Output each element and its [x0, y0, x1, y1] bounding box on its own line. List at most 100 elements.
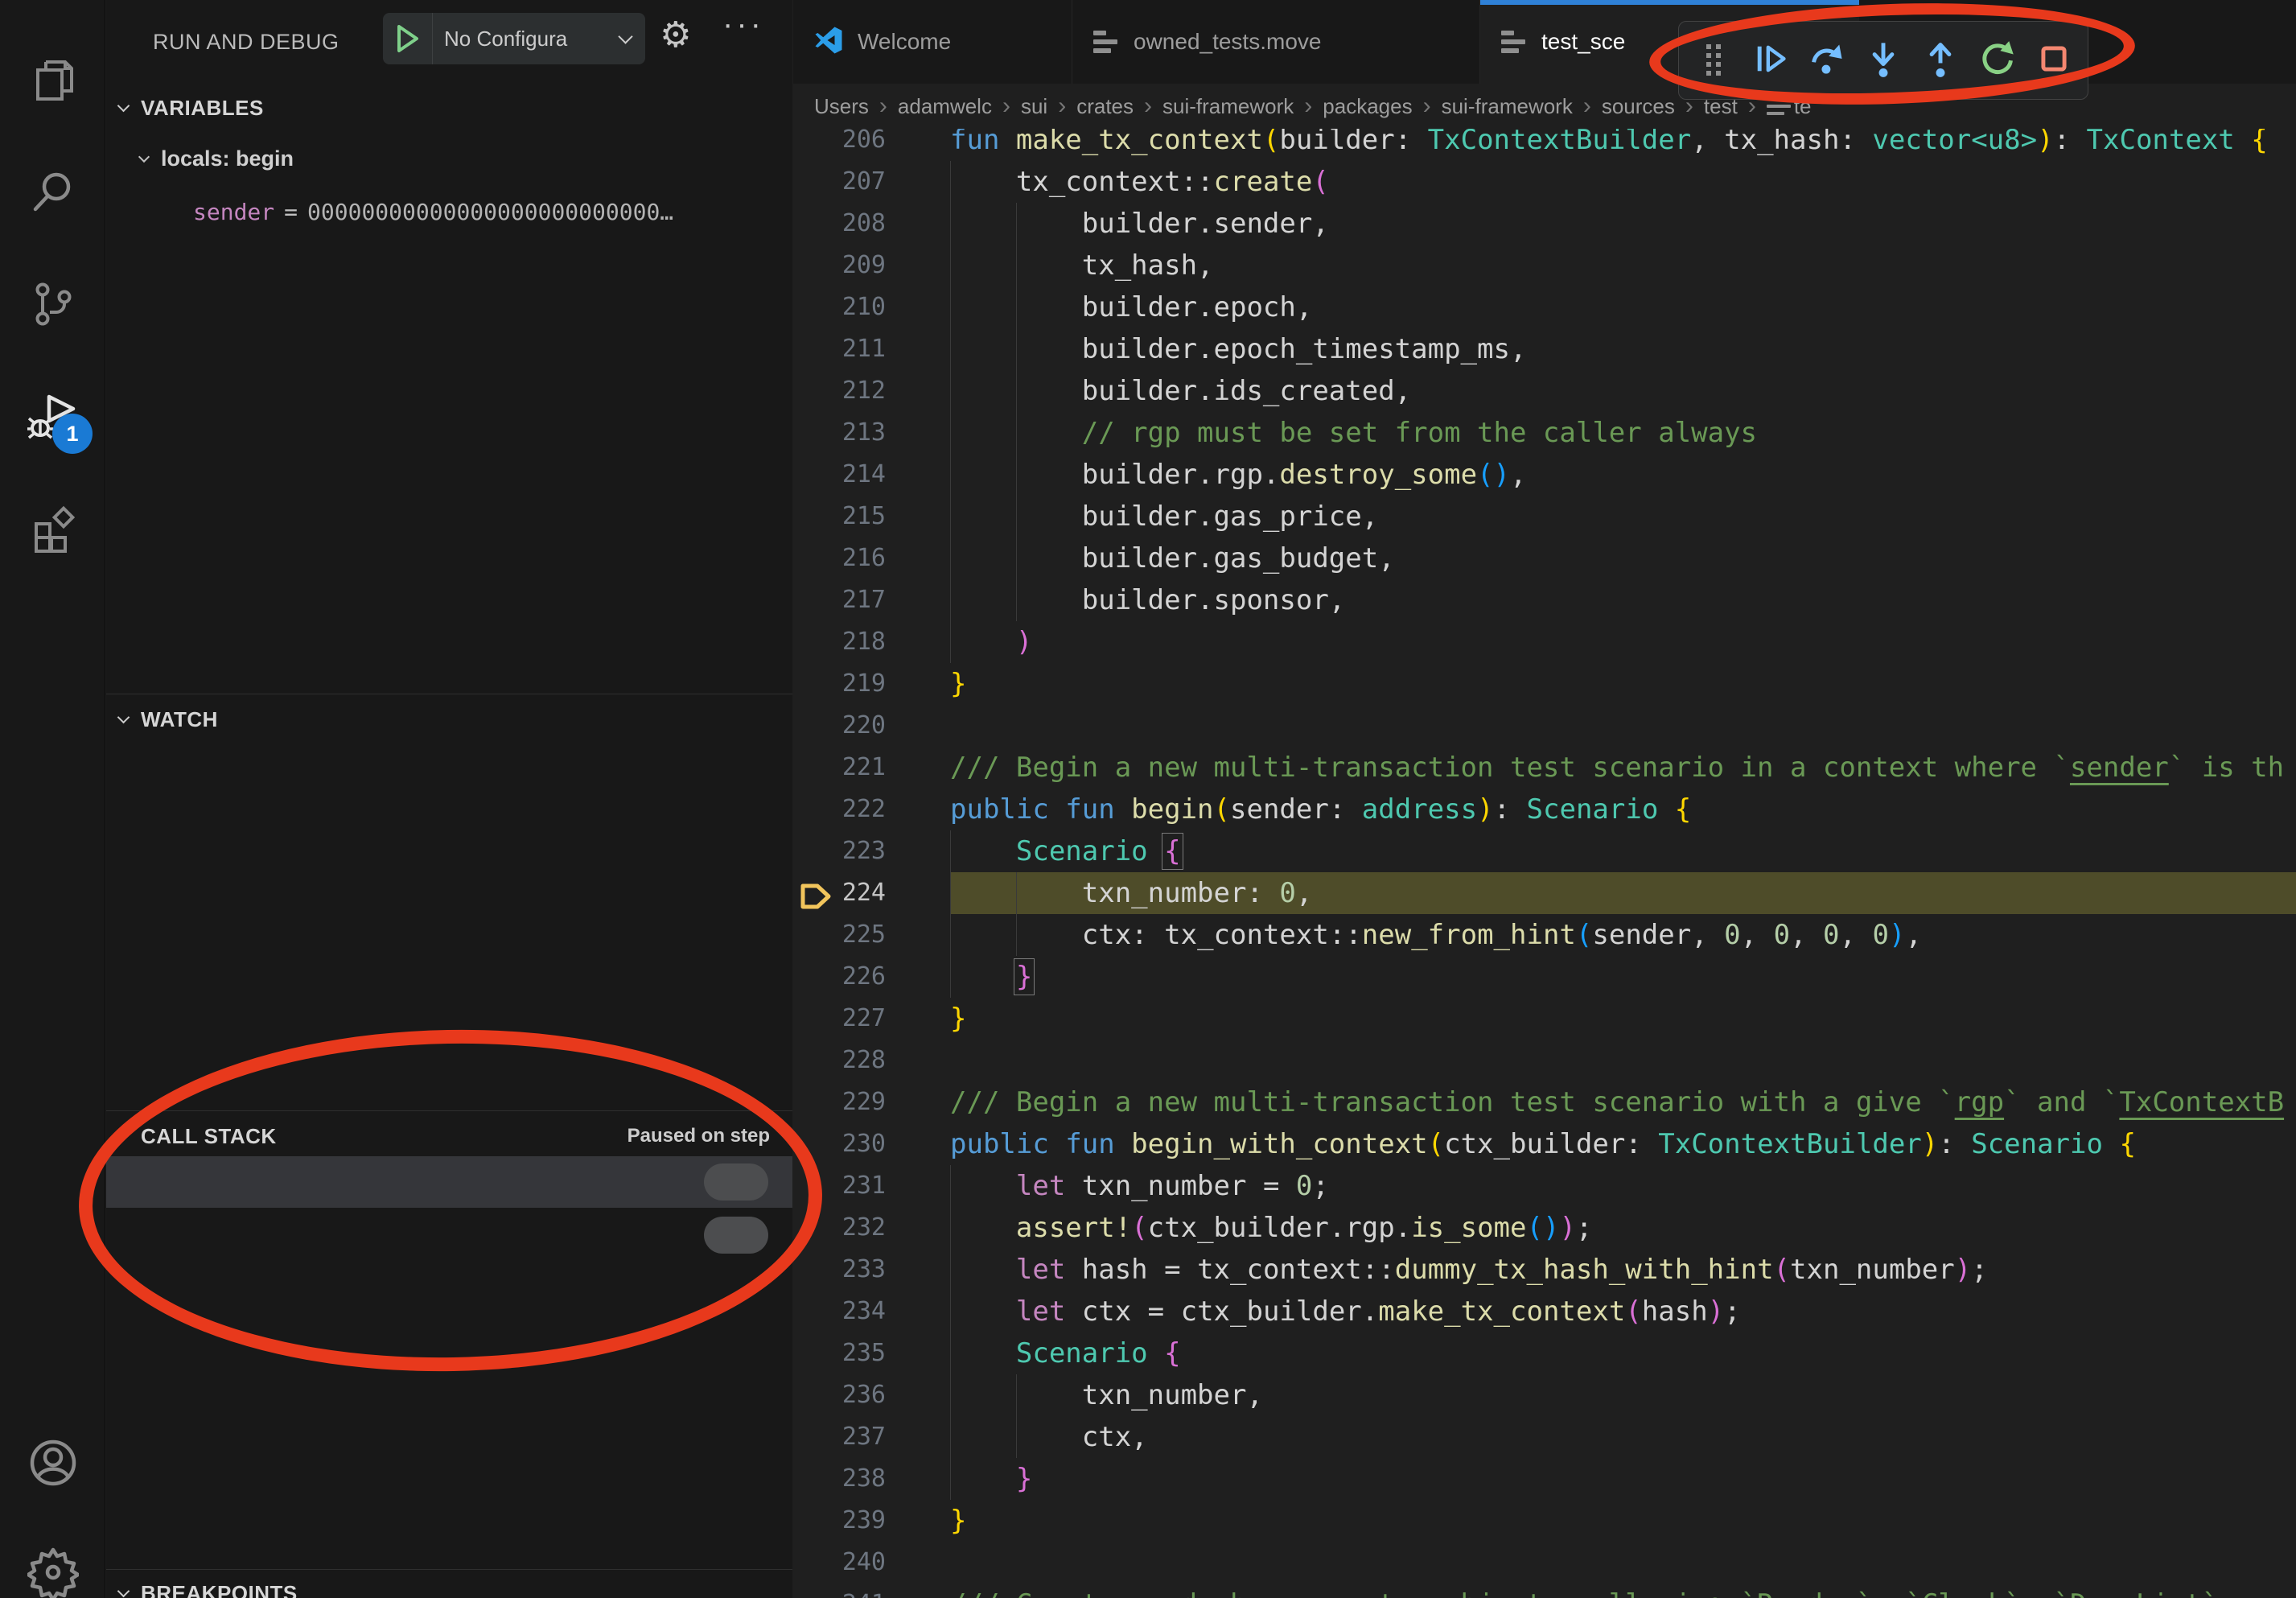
code-line[interactable]: 220 [793, 705, 2296, 747]
activity-item-extensions[interactable] [0, 481, 105, 578]
breadcrumb-item[interactable]: sources [1602, 94, 1675, 119]
breakpoint-margin[interactable] [793, 998, 817, 1040]
code-line[interactable]: 216 builder.gas_budget, [793, 537, 2296, 579]
code-line[interactable]: 237 ctx, [793, 1416, 2296, 1458]
breakpoint-margin[interactable] [793, 286, 817, 328]
code-line[interactable]: 228 [793, 1040, 2296, 1081]
breadcrumb-item[interactable]: adamwelc [898, 94, 992, 119]
code-line[interactable]: 207 tx_context::create( [793, 161, 2296, 203]
stop-button[interactable] [2031, 32, 2076, 89]
activity-item-source-control[interactable] [0, 256, 105, 352]
code-line[interactable]: 219} [793, 663, 2296, 705]
breakpoint-margin[interactable] [793, 1040, 817, 1081]
breakpoint-margin[interactable] [793, 412, 817, 454]
variable-row[interactable]: sender = 00000000000000000000000000… [106, 188, 792, 235]
activity-item-explorer[interactable] [0, 32, 105, 129]
activity-item-run-and-debug[interactable]: 1 [0, 369, 105, 465]
breakpoint-margin[interactable] [793, 1332, 817, 1374]
breakpoint-margin[interactable] [793, 789, 817, 830]
breakpoint-margin[interactable] [793, 914, 817, 956]
code-line[interactable]: 209 tx_hash, [793, 245, 2296, 286]
continue-button[interactable] [1747, 32, 1792, 89]
code-line[interactable]: 215 builder.gas_price, [793, 496, 2296, 537]
call-stack-frame[interactable] [106, 1209, 792, 1261]
code-line[interactable]: 229/// Begin a new multi-transaction tes… [793, 1081, 2296, 1123]
code-line[interactable]: 211 builder.epoch_timestamp_ms, [793, 328, 2296, 370]
breakpoint-margin[interactable] [793, 872, 817, 914]
watch-section-header[interactable]: WATCH [106, 698, 792, 740]
code-line[interactable]: 225 ctx: tx_context::new_from_hint(sende… [793, 914, 2296, 956]
code-line[interactable]: 238 } [793, 1458, 2296, 1500]
code-line[interactable]: 223 Scenario { [793, 830, 2296, 872]
code-line[interactable]: 239} [793, 1500, 2296, 1542]
code-line[interactable]: 233 let hash = tx_context::dummy_tx_hash… [793, 1249, 2296, 1291]
activity-item-settings[interactable] [0, 1524, 105, 1598]
breakpoint-margin[interactable] [793, 129, 817, 161]
breakpoints-section-header[interactable]: BREAKPOINTS [106, 1572, 792, 1598]
breakpoint-margin[interactable] [793, 1374, 817, 1416]
breakpoint-margin[interactable] [793, 663, 817, 705]
more-actions-icon[interactable]: ··· [722, 6, 764, 43]
breadcrumb-item[interactable]: sui [1021, 94, 1047, 119]
breakpoint-margin[interactable] [793, 1458, 817, 1500]
breakpoint-margin[interactable] [793, 245, 817, 286]
code-line[interactable]: 231 let txn_number = 0; [793, 1165, 2296, 1207]
call-stack-section-header[interactable]: CALL STACK Paused on step [106, 1115, 792, 1157]
breadcrumb-item[interactable]: sui-framework [1162, 94, 1294, 119]
code-line[interactable]: 222public fun begin(sender: address): Sc… [793, 789, 2296, 830]
code-line[interactable]: 226 } [793, 956, 2296, 998]
code-line[interactable]: 208 builder.sender, [793, 203, 2296, 245]
breakpoint-margin[interactable] [793, 1416, 817, 1458]
code-line[interactable]: 212 builder.ids_created, [793, 370, 2296, 412]
step-into-button[interactable] [1861, 32, 1906, 89]
breakpoint-margin[interactable] [793, 537, 817, 579]
breadcrumb-item[interactable]: Users [814, 94, 869, 119]
breakpoint-margin[interactable] [793, 1291, 817, 1332]
code-line[interactable]: 240 [793, 1542, 2296, 1584]
code-line[interactable]: 206fun make_tx_context(builder: TxContex… [793, 129, 2296, 161]
breadcrumb-item[interactable]: crates [1076, 94, 1134, 119]
breakpoint-margin[interactable] [793, 579, 817, 621]
code-editor[interactable]: 206fun make_tx_context(builder: TxContex… [793, 129, 2296, 1598]
breakpoint-margin[interactable] [793, 1207, 817, 1249]
code-line[interactable]: 217 builder.sponsor, [793, 579, 2296, 621]
code-line[interactable]: 234 let ctx = ctx_builder.make_tx_contex… [793, 1291, 2296, 1332]
code-line[interactable]: 218 ) [793, 621, 2296, 663]
breakpoint-margin[interactable] [793, 161, 817, 203]
breakpoint-margin[interactable] [793, 328, 817, 370]
breakpoint-margin[interactable] [793, 496, 817, 537]
call-stack-frame[interactable] [106, 1156, 792, 1208]
code-line[interactable]: 230public fun begin_with_context(ctx_bui… [793, 1123, 2296, 1165]
breadcrumb-item[interactable]: sui-framework [1442, 94, 1573, 119]
debug-settings-gear-icon[interactable]: ⚙ [660, 14, 691, 56]
code-line[interactable]: 210 builder.epoch, [793, 286, 2296, 328]
activity-item-accounts[interactable] [0, 1415, 105, 1511]
code-line[interactable]: 213 // rgp must be set from the caller a… [793, 412, 2296, 454]
start-debug-icon[interactable] [383, 13, 433, 64]
code-line[interactable]: 235 Scenario { [793, 1332, 2296, 1374]
drag-handle-button[interactable] [1691, 32, 1736, 89]
activity-item-search[interactable] [0, 143, 105, 240]
code-line[interactable]: 227} [793, 998, 2296, 1040]
breakpoint-margin[interactable] [793, 370, 817, 412]
breakpoint-margin[interactable] [793, 1249, 817, 1291]
code-line[interactable]: 214 builder.rgp.destroy_some(), [793, 454, 2296, 496]
breakpoint-margin[interactable] [793, 956, 817, 998]
code-line[interactable]: 232 assert!(ctx_builder.rgp.is_some()); [793, 1207, 2296, 1249]
breakpoint-margin[interactable] [793, 705, 817, 747]
breakpoint-margin[interactable] [793, 1542, 817, 1584]
step-over-button[interactable] [1804, 32, 1850, 89]
code-line[interactable]: 224 txn_number: 0, [793, 872, 2296, 914]
variables-section-header[interactable]: VARIABLES [106, 87, 792, 129]
breakpoint-margin[interactable] [793, 203, 817, 245]
breakpoint-margin[interactable] [793, 830, 817, 872]
breakpoint-margin[interactable] [793, 1165, 817, 1207]
code-line[interactable]: 236 txn_number, [793, 1374, 2296, 1416]
tab-owned_tests.move[interactable]: owned_tests.move [1072, 0, 1480, 84]
breakpoint-margin[interactable] [793, 1500, 817, 1542]
code-line[interactable]: 241/// Creates and shares system objects… [793, 1584, 2296, 1598]
debug-configuration-dropdown[interactable]: No Configura [383, 13, 645, 64]
breadcrumb-item[interactable]: packages [1323, 94, 1412, 119]
restart-button[interactable] [1974, 32, 2019, 89]
step-out-button[interactable] [1918, 32, 1963, 89]
